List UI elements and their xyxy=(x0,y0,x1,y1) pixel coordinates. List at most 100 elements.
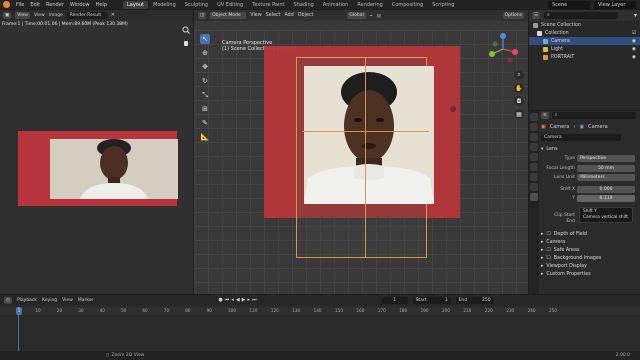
next-keyframe-icon[interactable]: ▸ xyxy=(248,297,251,303)
play-icon[interactable]: ▶ xyxy=(242,297,246,303)
playhead[interactable]: 1 xyxy=(16,307,22,315)
object-mode-select[interactable]: Object Mode xyxy=(210,12,247,19)
tab-compositing[interactable]: Compositing xyxy=(388,1,427,9)
tool-tab-icon[interactable] xyxy=(530,113,538,121)
menu-add[interactable]: Add xyxy=(284,13,293,18)
render-tab-icon[interactable] xyxy=(530,123,538,131)
tab-rendering[interactable]: Rendering xyxy=(353,1,387,9)
measure-icon[interactable]: 📐 xyxy=(200,132,210,142)
outliner-row-camera[interactable]: Camera ◉ xyxy=(529,37,640,45)
editor-type-button[interactable]: ◷ xyxy=(4,296,12,304)
tab-uv-editing[interactable]: UV Editing xyxy=(213,1,247,9)
menu-object[interactable]: Object xyxy=(298,13,314,18)
world-tab-icon[interactable] xyxy=(530,163,538,171)
snap-icon[interactable]: ⌁ xyxy=(370,13,373,19)
jump-start-icon[interactable]: ⏮ xyxy=(225,297,230,303)
3d-viewport[interactable]: ◫ Object Mode View Select Add Object Glo… xyxy=(194,10,528,294)
panel-background-images[interactable]: ▸ ☐ Background Images xyxy=(541,254,640,262)
timeline-ruler[interactable]: 1102030405060708090100110120130140150160… xyxy=(0,307,640,315)
menu-marker[interactable]: Marker xyxy=(78,298,94,303)
tab-animation[interactable]: Animation xyxy=(319,1,353,9)
constraints-tab-icon[interactable] xyxy=(530,183,538,191)
menu-view[interactable]: View xyxy=(250,13,261,18)
lens-type-select[interactable]: Perspective xyxy=(577,155,635,162)
editor-type-button[interactable]: ☰ xyxy=(532,12,541,19)
menu-window[interactable]: Window xyxy=(70,2,90,8)
select-box-icon[interactable]: ↖ xyxy=(200,34,210,44)
shift-y-field[interactable]: 0.110 xyxy=(577,195,635,202)
tab-shading[interactable]: Shading xyxy=(289,1,317,9)
camera-datablock-field[interactable]: Camera xyxy=(541,134,621,141)
shift-x-field[interactable]: 0.000 xyxy=(577,186,635,193)
end-frame-field[interactable]: End 250 xyxy=(455,296,494,304)
tab-texture-paint[interactable]: Texture Paint xyxy=(248,1,288,9)
eye-icon[interactable]: ◉ xyxy=(632,55,640,60)
menu-view[interactable]: View xyxy=(62,298,73,303)
panel-viewport-display[interactable]: ▸ Viewport Display xyxy=(541,262,640,270)
editor-type-button[interactable]: ◫ xyxy=(198,12,207,19)
menu-help[interactable]: Help xyxy=(96,2,107,8)
object-tab-icon[interactable] xyxy=(530,173,538,181)
tab-layout[interactable]: Layout xyxy=(123,0,148,9)
editor-type-button[interactable]: ▣ xyxy=(3,11,12,19)
tab-scripting[interactable]: Scripting xyxy=(428,1,458,9)
editor-type-button[interactable]: ≡ xyxy=(541,112,549,119)
menu-playback[interactable]: Playback xyxy=(17,298,37,303)
lens-unit-select[interactable]: Millimeters xyxy=(577,174,635,181)
record-icon[interactable]: ● xyxy=(218,297,222,303)
camera-data-tab-icon[interactable] xyxy=(530,193,538,201)
checkbox-icon[interactable]: ☐ xyxy=(546,256,550,261)
close-icon[interactable]: ✕ xyxy=(111,12,115,18)
jump-end-icon[interactable]: ⏭ xyxy=(252,297,257,303)
outliner-row-portrait[interactable]: PORTRAIT ◉ xyxy=(529,53,640,61)
menu-select[interactable]: Select xyxy=(266,13,281,18)
eye-icon[interactable]: ◉ xyxy=(632,39,640,44)
menu-file[interactable]: File xyxy=(16,2,24,8)
panel-custom-properties[interactable]: ▸ Custom Properties xyxy=(541,270,640,278)
menu-view[interactable]: View xyxy=(34,13,45,18)
outliner-search-input[interactable]: ⌕ xyxy=(544,12,618,19)
menu-image[interactable]: Image xyxy=(49,13,63,18)
lens-panel-header[interactable]: ▾ Lens xyxy=(541,145,640,153)
panel-safe-areas[interactable]: ▸ ☐ Safe Areas xyxy=(541,246,640,254)
panel-depth-of-field[interactable]: ▸ ☐ Depth of Field xyxy=(541,230,640,238)
start-frame-field[interactable]: Start 1 xyxy=(412,296,451,304)
eye-icon[interactable]: ◉ xyxy=(632,47,640,52)
checkbox-icon[interactable]: ☐ xyxy=(546,232,550,237)
scene-tab-icon[interactable] xyxy=(530,153,538,161)
prev-keyframe-icon[interactable]: ◂ xyxy=(231,297,234,303)
cursor-icon[interactable]: ⊕ xyxy=(200,48,210,58)
menu-keying[interactable]: Keying xyxy=(42,298,57,303)
properties-search-input[interactable]: ⌕ xyxy=(551,112,636,119)
pan-hand-icon[interactable]: ✋ xyxy=(514,83,524,93)
panel-camera[interactable]: ▸ Camera xyxy=(541,238,640,246)
scene-selector[interactable]: Scene xyxy=(548,0,590,9)
options-button[interactable]: Options xyxy=(502,12,524,19)
blender-logo-icon[interactable] xyxy=(3,1,10,8)
menu-render[interactable]: Render xyxy=(46,2,64,8)
checkbox-icon[interactable]: ☐ xyxy=(546,248,550,253)
output-tab-icon[interactable] xyxy=(530,133,538,141)
timeline[interactable]: ◷ Playback Keying View Marker ● ⏮ ◂ ◀ ▶ … xyxy=(0,295,640,351)
image-name-field[interactable]: Render Result xyxy=(66,11,107,19)
zoom-icon[interactable]: ⌕ xyxy=(514,70,524,80)
outliner-row-collection[interactable]: Collection ☑ xyxy=(529,29,640,37)
camera-view-icon[interactable]: ◘ xyxy=(514,96,524,106)
transform-orientation-select[interactable]: Global xyxy=(347,12,366,19)
grid-toggle-icon[interactable]: ▦ xyxy=(514,109,524,119)
portrait-plane[interactable] xyxy=(304,66,434,204)
tab-modeling[interactable]: Modeling xyxy=(149,1,180,9)
current-frame-field[interactable]: 1 xyxy=(381,296,408,304)
focal-length-field[interactable]: 50 mm xyxy=(577,165,635,172)
scale-icon[interactable]: ⤡ xyxy=(200,90,210,100)
pan-hand-icon[interactable] xyxy=(182,39,190,47)
checkbox-icon[interactable]: ☑ xyxy=(632,31,640,36)
zoom-icon[interactable] xyxy=(182,26,190,34)
play-reverse-icon[interactable]: ◀ xyxy=(236,297,240,303)
annotate-icon[interactable]: ✎ xyxy=(200,118,210,128)
move-icon[interactable]: ✥ xyxy=(200,62,210,72)
view-mode-select[interactable]: View xyxy=(15,11,30,19)
view-layer-tab-icon[interactable] xyxy=(530,143,538,151)
filter-icon[interactable]: ▾ xyxy=(634,12,637,19)
tab-sculpting[interactable]: Sculpting xyxy=(181,1,212,9)
